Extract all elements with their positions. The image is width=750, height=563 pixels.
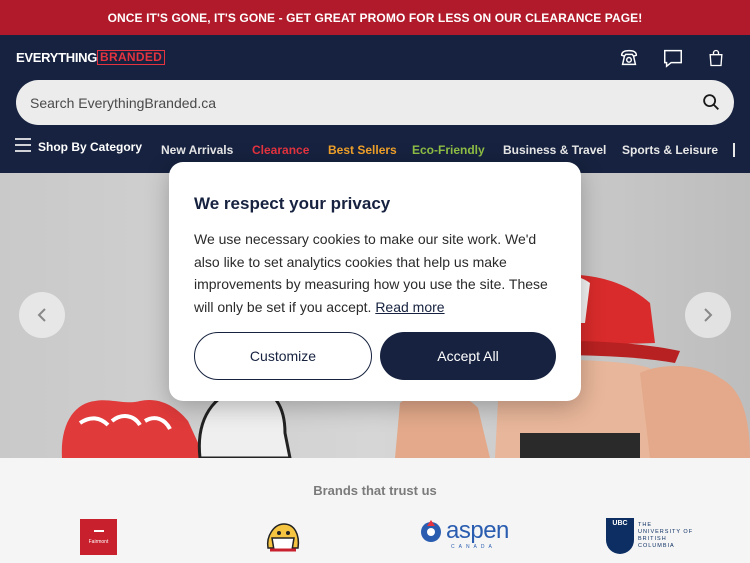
- cookie-dialog-body: We use necessary cookies to make our sit…: [194, 228, 554, 318]
- carousel-next-button[interactable]: [685, 292, 731, 338]
- ubc-crest-text: UBC: [612, 520, 628, 527]
- accept-all-button[interactable]: Accept All: [380, 332, 556, 380]
- fairmont-crest-icon: [93, 529, 104, 536]
- ubc-crest-icon: UBC: [606, 518, 634, 554]
- brand-logo-fairmont: Fairmont: [80, 519, 117, 555]
- phone-icon[interactable]: [617, 46, 641, 70]
- nav-item-sports-leisure[interactable]: Sports & Leisure: [622, 143, 718, 157]
- main-nav: Shop By Category New Arrivals Clearance …: [0, 133, 750, 163]
- ubc-wordmark: THE UNIVERSITY OF BRITISH COLUMBIA: [638, 522, 693, 550]
- nav-item-clearance[interactable]: Clearance: [252, 143, 309, 157]
- search-input[interactable]: [30, 80, 670, 125]
- brands-title: Brands that trust us: [313, 483, 437, 498]
- hamburger-icon: [14, 137, 32, 156]
- nav-item-best-sellers[interactable]: Best Sellers: [328, 143, 397, 157]
- search-bar: [16, 80, 734, 125]
- brand-logo-text: Fairmont: [88, 538, 109, 545]
- shop-by-category-button[interactable]: Shop By Category: [14, 137, 142, 156]
- site-logo[interactable]: EVERYTHING BRANDED: [16, 49, 166, 65]
- bag-icon[interactable]: [704, 46, 728, 70]
- aspen-wordmark: aspen: [446, 517, 509, 544]
- ubc-line-1: THE: [638, 522, 652, 528]
- nav-item-eco-friendly[interactable]: Eco-Friendly: [412, 143, 485, 157]
- read-more-link[interactable]: Read more: [375, 299, 444, 315]
- cookie-dialog-title: We respect your privacy: [194, 194, 391, 213]
- logo-text-everything: EVERYTHING: [16, 49, 98, 65]
- nav-overflow-indicator: [733, 143, 735, 157]
- ubc-line-2: UNIVERSITY OF: [638, 529, 694, 535]
- brand-logo-aspen: aspen CANADA: [419, 518, 509, 550]
- chat-icon[interactable]: [661, 46, 685, 70]
- nav-item-business-travel[interactable]: Business & Travel: [503, 143, 606, 157]
- cookie-body-text: We use necessary cookies to make our sit…: [194, 231, 548, 315]
- chevron-right-icon: [704, 308, 713, 322]
- brand-logo-mascot: [262, 518, 302, 561]
- shop-by-category-label: Shop By Category: [38, 139, 143, 154]
- chevron-left-icon: [37, 308, 46, 322]
- mascot-icon: [266, 523, 300, 552]
- search-icon[interactable]: [700, 91, 722, 113]
- cookie-consent-dialog: We respect your privacy We use necessary…: [169, 162, 581, 401]
- ubc-line-3: BRITISH: [638, 536, 667, 542]
- brand-logo-ubc: UBC THE UNIVERSITY OF BRITISH COLUMBIA: [606, 518, 693, 554]
- logo-text-branded: BRANDED: [97, 49, 166, 65]
- ubc-line-4: COLUMBIA: [638, 543, 675, 549]
- carousel-prev-button[interactable]: [19, 292, 65, 338]
- nav-item-new-arrivals[interactable]: New Arrivals: [161, 143, 233, 157]
- brands-section: Brands that trust us Fairmont aspen CANA…: [0, 458, 750, 563]
- promo-text: ONCE IT'S GONE, IT'S GONE - GET GREAT PR…: [107, 10, 643, 25]
- site-header: EVERYTHING BRANDED Search EverythingBran…: [0, 35, 750, 173]
- aspen-leaf-icon: [421, 520, 441, 542]
- promo-banner[interactable]: ONCE IT'S GONE, IT'S GONE - GET GREAT PR…: [0, 0, 750, 35]
- aspen-subtext: CANADA: [451, 544, 496, 550]
- customize-button[interactable]: Customize: [194, 332, 372, 380]
